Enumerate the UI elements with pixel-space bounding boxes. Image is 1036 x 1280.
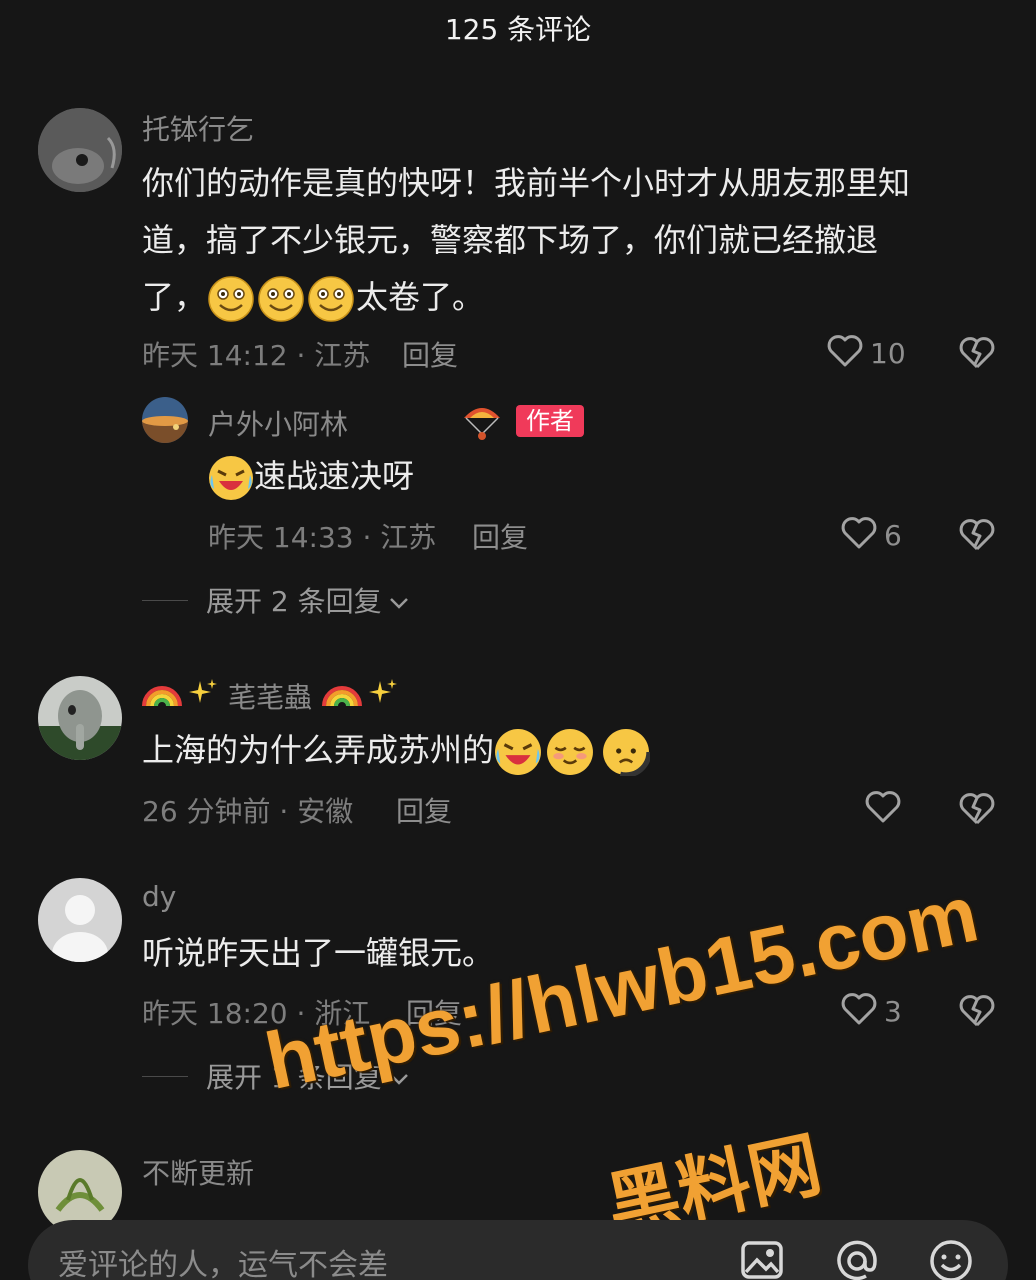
image-icon[interactable] xyxy=(740,1238,784,1280)
comment-text-segment: 太卷了。 xyxy=(356,278,485,316)
broken-heart-icon xyxy=(958,337,996,374)
grin-emoji xyxy=(308,276,354,322)
avatar[interactable] xyxy=(38,878,122,962)
comment-meta: 26 分钟前 · 安徽 xyxy=(142,795,354,828)
comment-text: 上海的为什么弄成苏州的 xyxy=(142,722,652,779)
grin-emoji xyxy=(208,276,254,322)
at-mention-icon[interactable] xyxy=(834,1238,880,1280)
avatar[interactable] xyxy=(38,108,122,192)
reply-button[interactable]: 回复 xyxy=(396,790,452,830)
author-badge: 作者 xyxy=(516,405,584,437)
expand-replies-button[interactable]: 展开 2 条回复 xyxy=(142,580,410,620)
laugh-cry-emoji xyxy=(208,455,254,501)
comments-panel: 125 条评论 托钵行乞 你们的动作是真的快呀！我前半个小时才从朋友那里知 道，… xyxy=(0,0,1036,1280)
chevron-down-icon xyxy=(388,584,410,617)
like-count: 10 xyxy=(870,337,906,370)
heart-icon xyxy=(840,990,878,1033)
avatar[interactable] xyxy=(38,676,122,760)
dislike-button[interactable] xyxy=(958,790,996,830)
comment-text-line: 你们的动作是真的快呀！我前半个小时才从朋友那里知 xyxy=(142,164,911,202)
reply-button[interactable]: 回复 xyxy=(402,334,458,374)
heart-icon xyxy=(864,788,902,831)
reply-text-segment: 速战速决呀 xyxy=(254,457,415,495)
like-button[interactable]: 3 xyxy=(840,990,902,1033)
like-button[interactable] xyxy=(864,788,908,831)
sparkles-icon xyxy=(366,677,398,716)
comment-username[interactable]: dy xyxy=(142,880,176,913)
broken-heart-icon xyxy=(958,793,996,830)
divider-line xyxy=(142,599,188,601)
heart-icon xyxy=(840,514,878,557)
broken-heart-icon xyxy=(958,519,996,556)
like-button[interactable]: 10 xyxy=(826,332,906,375)
reply-button[interactable]: 回复 xyxy=(472,516,528,556)
comment-text-line: 了， 太卷了。 xyxy=(142,269,1002,326)
relieved-emoji xyxy=(546,728,594,776)
comment-username[interactable]: 不断更新 xyxy=(142,1152,254,1192)
dislike-button[interactable] xyxy=(958,516,996,556)
comment-username[interactable]: 芼芼蟲 xyxy=(142,676,398,716)
watermark-url: https://hlwb15.com xyxy=(258,868,986,1107)
username-text: 芼芼蟲 xyxy=(228,681,313,714)
heart-icon xyxy=(826,332,864,375)
expand-label: 展开 2 条回复 xyxy=(206,585,382,618)
reply-text: 速战速决呀 xyxy=(208,448,414,505)
parachute-icon xyxy=(462,402,502,446)
like-button[interactable]: 6 xyxy=(840,514,902,557)
dislike-button[interactable] xyxy=(958,334,996,374)
comment-meta: 昨天 14:12 · 江苏 xyxy=(142,339,371,372)
grin-emoji xyxy=(258,276,304,322)
dislike-button[interactable] xyxy=(958,992,996,1032)
comment-count-title: 125 条评论 xyxy=(444,13,592,46)
rainbow-icon xyxy=(322,678,363,715)
comment-username[interactable]: 托钵行乞 xyxy=(142,108,254,148)
like-count: 3 xyxy=(884,995,902,1028)
comment-text-segment: 上海的为什么弄成苏州的 xyxy=(142,731,495,769)
comment-input-bar[interactable]: 爱评论的人，运气不会差 xyxy=(28,1220,1008,1280)
rainbow-icon xyxy=(142,678,182,715)
broken-heart-icon xyxy=(958,995,996,1032)
comment-text: 你们的动作是真的快呀！我前半个小时才从朋友那里知 道，搞了不少银元，警察都下场了… xyxy=(142,155,1002,326)
sad-emoji xyxy=(600,726,652,778)
reply-username[interactable]: 户外小阿林 xyxy=(208,403,348,443)
comment-text: 听说昨天出了一罐银元。 xyxy=(142,934,495,972)
laugh-cry-emoji xyxy=(494,728,542,776)
avatar[interactable] xyxy=(142,397,188,443)
emoji-icon[interactable] xyxy=(928,1238,974,1280)
comment-text-segment: 了， xyxy=(142,278,207,316)
divider-line xyxy=(142,1075,188,1077)
like-count: 6 xyxy=(884,519,902,552)
comment-input-placeholder[interactable]: 爱评论的人，运气不会差 xyxy=(58,1240,388,1280)
comment-text-line: 道，搞了不少银元，警察都下场了，你们就已经撤退 xyxy=(142,221,879,259)
reply-meta: 昨天 14:33 · 江苏 xyxy=(208,521,437,554)
sparkles-icon xyxy=(186,677,218,716)
